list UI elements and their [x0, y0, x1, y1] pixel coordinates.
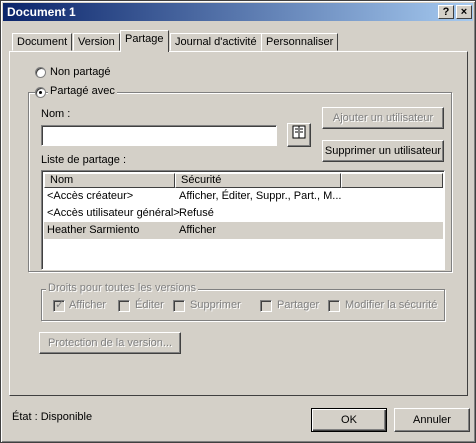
ok-button[interactable]: OK [311, 408, 387, 432]
table-row[interactable]: <Accès créateur> Afficher, Éditer, Suppr… [44, 188, 443, 205]
shared-with-label[interactable]: Partagé avec [48, 85, 117, 97]
rights-group-label: Droits pour toutes les versions [46, 282, 198, 294]
close-icon[interactable]: × [456, 5, 472, 19]
rights-edit-label[interactable]: Éditer [135, 299, 164, 311]
rights-edit-checkbox[interactable] [118, 300, 130, 312]
rights-view-checkbox[interactable] [53, 298, 65, 312]
column-header-empty [341, 173, 443, 188]
rights-share-checkbox[interactable] [260, 300, 272, 312]
remove-user-button[interactable]: Supprimer un utilisateur [322, 140, 444, 162]
row-security: Afficher, Éditer, Suppr., Part., M... [179, 190, 342, 202]
shared-with-radio[interactable] [35, 87, 46, 98]
share-list[interactable]: Nom Sécurité <Accès créateur> Afficher, … [41, 170, 445, 270]
tab-document[interactable]: Document [12, 33, 73, 51]
window-title: Document 1 [7, 5, 76, 19]
name-label: Nom : [41, 108, 71, 120]
row-security: Refusé [179, 207, 214, 219]
not-shared-label[interactable]: Non partagé [50, 66, 111, 78]
address-book-button[interactable] [287, 123, 311, 147]
row-security: Afficher [179, 224, 217, 236]
not-shared-radio[interactable] [35, 67, 46, 78]
rights-modify-security-checkbox[interactable] [328, 300, 340, 312]
dialog-window: Document 1 ? × Document Version Partage … [0, 0, 476, 443]
tab-personnaliser[interactable]: Personnaliser [261, 33, 339, 51]
name-input[interactable] [41, 125, 277, 146]
row-name: Heather Sarmiento [47, 224, 140, 236]
column-header-name[interactable]: Nom [44, 173, 175, 188]
row-name: <Accès créateur> [47, 190, 134, 202]
rights-delete-label[interactable]: Supprimer [190, 299, 241, 311]
help-icon[interactable]: ? [438, 5, 454, 19]
title-bar: Document 1 [3, 3, 473, 21]
tab-version[interactable]: Version [73, 33, 120, 51]
row-name: <Accès utilisateur général> [47, 207, 180, 219]
rights-share-label[interactable]: Partager [277, 299, 319, 311]
tab-partage[interactable]: Partage [120, 30, 169, 52]
address-book-icon [291, 125, 307, 143]
rights-view-label[interactable]: Afficher [69, 299, 106, 311]
rights-modify-security-label[interactable]: Modifier la sécurité [345, 299, 437, 311]
rights-delete-checkbox[interactable] [173, 300, 185, 312]
protect-version-button[interactable]: Protection de la version... [39, 332, 181, 354]
share-list-label: Liste de partage : [41, 154, 127, 166]
cancel-button[interactable]: Annuler [394, 408, 470, 432]
table-row[interactable]: <Accès utilisateur général> Refusé [44, 205, 443, 222]
tab-panel: Non partagé Partagé avec Nom : Ajouter u… [9, 51, 468, 396]
table-row[interactable]: Heather Sarmiento Afficher [44, 222, 443, 239]
tab-journal[interactable]: Journal d'activité [170, 33, 262, 51]
column-header-security[interactable]: Sécurité [175, 173, 341, 188]
status-text: État : Disponible [12, 411, 93, 423]
add-user-button[interactable]: Ajouter un utilisateur [322, 107, 444, 129]
